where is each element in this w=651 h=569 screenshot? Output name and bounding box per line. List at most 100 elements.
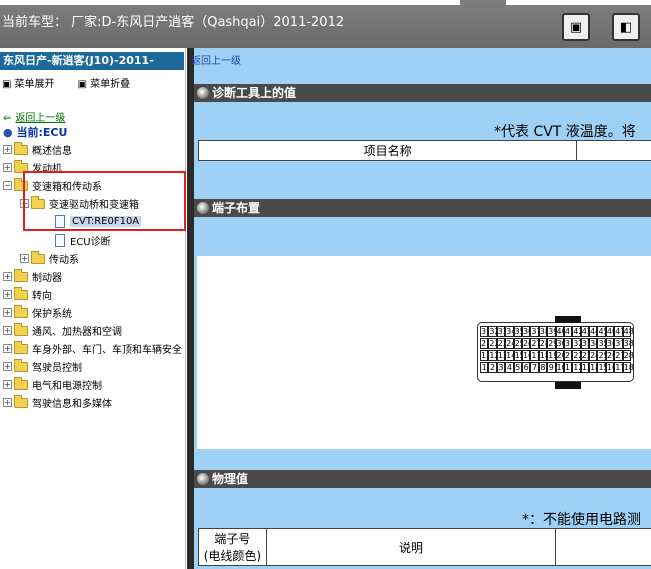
cvt-fluid-note: *代表 CVT 液温度。将 [494, 124, 636, 140]
connector-pin: 34 [505, 326, 517, 337]
connector-pin: 31 [480, 326, 492, 337]
connector-pin: 14 [589, 362, 601, 373]
single-pane-button[interactable]: ▣ [562, 13, 590, 41]
sidebar: 东风日产-新逍客(J10)-2011- ▣ 菜单展开 ▣ 菜单折叠 ⇐ 返回上一级 ●… [0, 48, 186, 569]
folder-icon [14, 141, 28, 155]
connector-pin: 29 [547, 338, 559, 349]
connector-pin: 48 [622, 326, 634, 337]
model-title: 东风日产-新逍客(J10)-2011- [0, 52, 184, 70]
highlight-box [23, 171, 186, 231]
connector-pin: 16 [605, 362, 618, 373]
split-pane-button[interactable]: ◧ [612, 13, 640, 41]
connector-pin: 5 [513, 362, 522, 373]
bullet-icon [197, 87, 209, 99]
expand-plus-icon[interactable]: + [3, 290, 12, 299]
connector-pin: 14 [505, 350, 517, 361]
expand-plus-icon[interactable]: + [20, 254, 29, 263]
connector-pin: 23 [580, 350, 592, 361]
connector-pin: 26 [521, 338, 534, 349]
folder-icon [14, 268, 28, 282]
connector-pin: 27 [614, 350, 626, 361]
main-content: 返回上一级 诊断工具上的值 *代表 CVT 液温度。将 项目名称 端子布置 31… [187, 48, 651, 569]
connector-pin: 24 [505, 338, 517, 349]
connector-pin: 35 [597, 338, 609, 349]
connector-pin: 37 [614, 338, 626, 349]
tree-item-electrical[interactable]: + 电气和电源控制 [3, 376, 102, 393]
connector-pin: 12 [572, 362, 584, 373]
connector-pin: 6 [521, 362, 531, 373]
folder-icon [14, 304, 28, 318]
bullet-icon [197, 202, 209, 214]
expand-plus-icon[interactable]: + [3, 163, 12, 172]
connector-pin: 43 [580, 326, 592, 337]
tool-values-table: 项目名称 [197, 140, 651, 161]
connector-pin: 15 [597, 362, 609, 373]
expand-plus-icon[interactable]: + [3, 362, 12, 371]
connector-pin: 22 [488, 338, 500, 349]
connector-pin: 4 [505, 362, 514, 373]
menu-expand-button[interactable]: ▣ 菜单展开 [2, 79, 64, 90]
document-icon [55, 234, 65, 247]
connector-pin: 17 [530, 350, 542, 361]
connector-pin: 18 [538, 350, 550, 361]
connector-pin: 36 [521, 326, 534, 337]
connector-pin: 17 [614, 362, 626, 373]
connector-pin: 26 [605, 350, 618, 361]
expand-plus-icon[interactable]: + [3, 272, 12, 281]
menu-collapse-button[interactable]: ▣ 菜单折叠 [78, 79, 140, 90]
connector-pin: 23 [496, 338, 508, 349]
expand-plus-icon[interactable]: + [3, 308, 12, 317]
section-terminal-layout-header: 端子布置 [194, 199, 651, 217]
connector-pin: 9 [547, 362, 556, 373]
content-left-border [187, 48, 194, 569]
collapse-minus-icon[interactable]: − [3, 181, 12, 190]
tree-item-protection[interactable]: + 保护系统 [3, 304, 72, 321]
main-back-link[interactable]: 返回上一级 [191, 52, 241, 67]
folder-icon [31, 250, 45, 264]
connector-pin: 39 [547, 326, 559, 337]
tree-item-ecu-diag[interactable]: ECU诊断 [55, 232, 111, 249]
expand-plus-icon[interactable]: + [3, 326, 12, 335]
tree-item-infotainment[interactable]: + 驾驶信息和多媒体 [3, 394, 112, 411]
header-top-strip [0, 0, 460, 5]
expand-plus-icon[interactable]: + [3, 344, 12, 353]
circuit-test-note: *：不能使用电路测 [522, 512, 641, 528]
connector-pin: 28 [622, 350, 634, 361]
split-pane-icon: ◧ [619, 19, 633, 35]
connector-pin: 40 [555, 326, 567, 337]
connector-pin: 28 [538, 338, 550, 349]
connector-pin: 42 [572, 326, 584, 337]
connector-pin: 46 [605, 326, 618, 337]
connector-pin: 45 [597, 326, 609, 337]
connector-pin: 34 [589, 338, 601, 349]
tree-item-overview[interactable]: + 概述信息 [3, 141, 72, 158]
section-physical-values-header: 物理值 [194, 470, 651, 488]
tree-item-body-exterior[interactable]: + 车身外部、车门、车顶和车辆安全 [3, 340, 186, 357]
connector-pin: 15 [513, 350, 525, 361]
connector-pin: 25 [513, 338, 525, 349]
connector-pin: 35 [513, 326, 525, 337]
tree-item-drivetrain[interactable]: + 传动系 [20, 250, 79, 267]
connector-pin-grid: 31 32 33 34 35 36 37 38 39 40 41 42 43 44 45 46 47 48 21 22… [480, 326, 634, 374]
tree-item-steering[interactable]: + 转向 [3, 286, 52, 303]
expand-plus-icon[interactable]: + [3, 145, 12, 154]
tree-item-driver-controls[interactable]: + 驾驶员控制 [3, 358, 82, 375]
connector-pin: 18 [622, 362, 634, 373]
connector-pin: 33 [580, 338, 592, 349]
connector-pin: 32 [488, 326, 500, 337]
connector-pin: 41 [563, 326, 576, 337]
back-link[interactable]: ⇐ 返回上一级 [3, 109, 65, 124]
physical-values-table: 端子号 (电线颜色) 说明 [198, 528, 651, 566]
expand-plus-icon[interactable]: + [3, 380, 12, 389]
connector-pin: 38 [622, 338, 634, 349]
connector-pin: 1 [480, 362, 489, 373]
tree-item-brakes[interactable]: + 制动器 [3, 268, 62, 285]
connector-pin: 3 [496, 362, 506, 373]
current-vehicle-label: 当前车型： 厂家:D-东风日产逍客（Qashqai）2011-2012 [2, 15, 345, 30]
expand-plus-icon[interactable]: + [3, 398, 12, 407]
back-arrow-icon: ⇐ [3, 113, 12, 124]
tree-item-hvac[interactable]: + 通风、加热器和空调 [3, 322, 122, 339]
connector-pin: 21 [480, 338, 492, 349]
header-top-strip-right [506, 0, 651, 5]
connector-pin: 2 [488, 362, 497, 373]
